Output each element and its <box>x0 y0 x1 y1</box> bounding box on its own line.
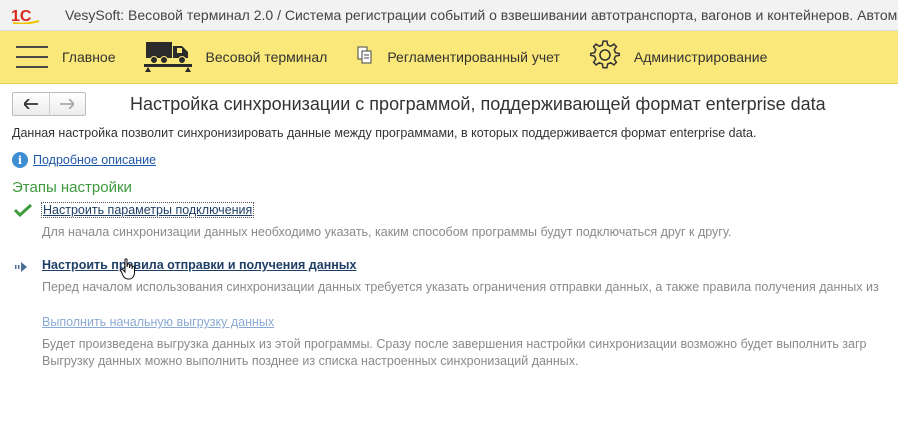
sections-panel: Главное Весовой терминал Регламентирован… <box>0 31 898 84</box>
info-icon: i <box>12 152 28 168</box>
page-description: Данная настройка позволит синхронизирова… <box>12 126 757 140</box>
section-main-label: Главное <box>62 49 116 65</box>
current-step-arrow-icon <box>14 260 30 278</box>
back-button[interactable] <box>13 93 50 115</box>
step-initial-export-hint-line1: Будет произведена выгрузка данных из это… <box>42 337 867 351</box>
window-titlebar: 1С VesySoft: Весовой терминал 2.0 / Сист… <box>0 0 898 31</box>
section-regulated-accounting[interactable]: Регламентированный учет <box>357 31 560 83</box>
truck-on-scale-icon <box>143 38 192 77</box>
gear-icon <box>589 39 620 75</box>
configure-rules-link[interactable]: Настроить правила отправки и получения д… <box>42 258 356 272</box>
documents-icon <box>357 46 373 69</box>
step-initial-export-hint-line2: Выгрузку данных можно выполнить позднее … <box>42 354 579 368</box>
section-main[interactable]: Главное <box>16 31 116 83</box>
step-initial-export-hint: Будет произведена выгрузка данных из это… <box>42 336 867 370</box>
step-rules-hint: Перед началом использования синхронизаци… <box>42 280 879 294</box>
arrow-left-icon <box>22 96 38 113</box>
section-regulated-accounting-label: Регламентированный учет <box>387 49 560 65</box>
section-administration[interactable]: Администрирование <box>589 31 768 83</box>
detailed-description-link[interactable]: Подробное описание <box>33 153 156 167</box>
arrow-right-icon <box>60 96 76 113</box>
checkmark-icon <box>13 203 33 222</box>
stages-title: Этапы настройки <box>12 179 132 196</box>
initial-export-link[interactable]: Выполнить начальную выгрузку данных <box>42 315 274 329</box>
configure-connection-link[interactable]: Настроить параметры подключения <box>41 202 255 218</box>
section-administration-label: Администрирование <box>633 49 768 65</box>
page-title: Настройка синхронизации с программой, по… <box>130 94 826 114</box>
step-connection-hint: Для начала синхронизации данных необходи… <box>42 225 732 239</box>
sections-menu-icon <box>16 46 48 68</box>
svg-text:1С: 1С <box>11 8 32 24</box>
hand-cursor-icon <box>120 258 138 285</box>
navigation-buttons <box>12 92 86 116</box>
1c-logo-icon[interactable]: 1С <box>11 5 41 25</box>
section-scale-terminal[interactable]: Весовой терминал <box>143 31 328 83</box>
window-title: VesySoft: Весовой терминал 2.0 / Система… <box>65 7 898 23</box>
forward-button[interactable] <box>50 93 86 115</box>
section-scale-terminal-label: Весовой терминал <box>205 49 328 65</box>
info-row: i Подробное описание <box>12 152 156 168</box>
